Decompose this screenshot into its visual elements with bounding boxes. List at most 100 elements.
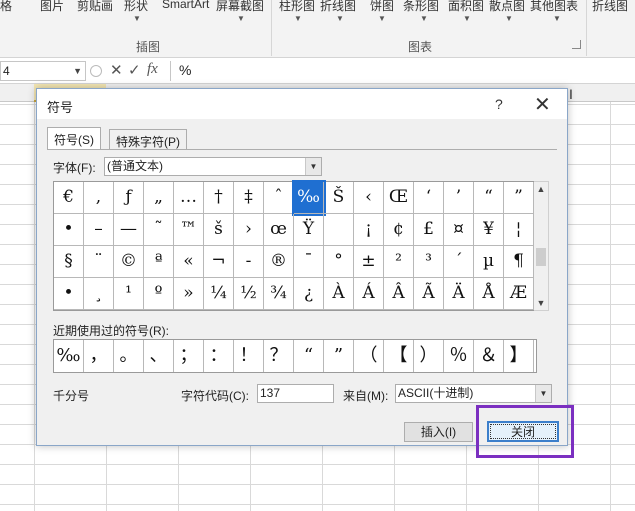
symbol-cell[interactable]: •: [54, 214, 84, 246]
recent-symbol-cell[interactable]: ＆: [474, 340, 504, 372]
symbol-cell[interactable]: ¤: [444, 214, 474, 246]
ribbon-item-column-chart[interactable]: 柱形图: [279, 0, 315, 14]
symbol-cell[interactable]: “: [474, 182, 504, 214]
cancel-icon[interactable]: ✕: [110, 61, 123, 79]
symbol-cell[interactable]: …: [174, 182, 204, 214]
recent-symbol-cell[interactable]: ‰: [54, 340, 84, 372]
symbol-cell[interactable]: Œ: [384, 182, 414, 214]
symbol-cell[interactable]: À: [324, 278, 354, 310]
symbol-cell[interactable]: ‹: [354, 182, 384, 214]
recent-symbol-cell[interactable]: ”: [324, 340, 354, 372]
symbol-cell[interactable]: Ã: [414, 278, 444, 310]
line-chart-dropdown-icon[interactable]: ▼: [336, 14, 344, 23]
symbol-cell[interactable]: ,: [84, 182, 114, 214]
symbol-cell[interactable]: ¾: [264, 278, 294, 310]
symbol-cell[interactable]: £: [414, 214, 444, 246]
recent-symbol-cell[interactable]: 、: [144, 340, 174, 372]
symbol-cell[interactable]: ‡: [234, 182, 264, 214]
symbol-cell[interactable]: ¸: [84, 278, 114, 310]
symbol-cell[interactable]: ‘: [414, 182, 444, 214]
font-select[interactable]: (普通文本) ▼: [104, 157, 322, 176]
dialog-launcher-icon[interactable]: [572, 40, 581, 49]
symbol-cell[interactable]: „: [144, 182, 174, 214]
recent-symbol-cell[interactable]: ：: [204, 340, 234, 372]
recent-symbol-cell[interactable]: ％: [444, 340, 474, 372]
scroll-thumb[interactable]: [536, 248, 546, 266]
symbol-cell[interactable]: ¨: [84, 246, 114, 278]
symbol-cell[interactable]: «: [174, 246, 204, 278]
resize-handle[interactable]: [90, 65, 102, 77]
pie-chart-dropdown-icon[interactable]: ▼: [378, 14, 386, 23]
symbol-cell[interactable]: —: [114, 214, 144, 246]
symbol-cell[interactable]: –: [84, 214, 114, 246]
name-box-dropdown-icon[interactable]: ▼: [73, 62, 82, 80]
symbol-cell[interactable]: ˆ: [264, 182, 294, 214]
symbol-cell[interactable]: ¯: [294, 246, 324, 278]
symbol-cell[interactable]: ¢: [384, 214, 414, 246]
name-box[interactable]: 4 ▼: [0, 61, 86, 81]
symbol-cell[interactable]: Å: [474, 278, 504, 310]
symbol-cell[interactable]: ™: [174, 214, 204, 246]
formula-input[interactable]: %: [170, 61, 635, 81]
symbol-cell[interactable]: ¶: [504, 246, 534, 278]
ribbon-item-screenshot[interactable]: 屏幕截图: [216, 0, 264, 14]
character-code-input[interactable]: 137: [257, 384, 334, 403]
symbol-cell[interactable]: Â: [384, 278, 414, 310]
ribbon-item-other-charts[interactable]: 其他图表: [530, 0, 578, 14]
column-chart-dropdown-icon[interactable]: ▼: [294, 14, 302, 23]
ribbon-item-pie-chart[interactable]: 饼图: [370, 0, 394, 14]
symbol-cell[interactable]: °: [324, 246, 354, 278]
ribbon-item-sparkline[interactable]: 折线图: [592, 0, 628, 14]
recent-symbol-cell[interactable]: ？: [264, 340, 294, 372]
symbol-cell[interactable]: š: [204, 214, 234, 246]
symbol-cell[interactable]: µ: [474, 246, 504, 278]
ribbon-item-clipart[interactable]: 剪贴画: [77, 0, 113, 14]
symbol-cell[interactable]: ’: [444, 182, 474, 214]
symbol-cell[interactable]: ª: [144, 246, 174, 278]
symbol-cell[interactable]: Æ: [504, 278, 534, 310]
screenshot-dropdown-icon[interactable]: ▼: [237, 14, 245, 23]
other-charts-dropdown-icon[interactable]: ▼: [553, 14, 561, 23]
symbol-cell[interactable]: ”: [504, 182, 534, 214]
symbol-cell[interactable]: Ä: [444, 278, 474, 310]
symbol-cell[interactable]: º: [144, 278, 174, 310]
recent-symbol-cell[interactable]: 。: [114, 340, 144, 372]
from-select[interactable]: ASCII(十进制) ▼: [395, 384, 552, 403]
symbol-cell[interactable]: ¬: [204, 246, 234, 278]
recent-symbol-cell[interactable]: ）: [414, 340, 444, 372]
recent-symbol-cell[interactable]: “: [294, 340, 324, 372]
symbol-cell[interactable]: •: [54, 278, 84, 310]
symbol-cell[interactable]: Á: [354, 278, 384, 310]
symbol-cell[interactable]: ®: [264, 246, 294, 278]
help-button[interactable]: ?: [495, 96, 503, 112]
symbol-cell[interactable]: ±: [354, 246, 384, 278]
ribbon-item-line-chart[interactable]: 折线图: [320, 0, 356, 14]
symbol-cell[interactable]: ¥: [474, 214, 504, 246]
symbol-cell[interactable]: ©: [114, 246, 144, 278]
recent-symbol-cell[interactable]: ；: [174, 340, 204, 372]
tab-special-characters[interactable]: 特殊字符(P): [109, 129, 187, 149]
dialog-titlebar[interactable]: 符号 ? ✕: [37, 89, 567, 119]
recent-symbol-cell[interactable]: （: [354, 340, 384, 372]
symbol-scrollbar[interactable]: ▲ ▼: [534, 181, 549, 311]
recent-symbol-cell[interactable]: 【: [384, 340, 414, 372]
symbol-cell[interactable]: ¼: [204, 278, 234, 310]
symbol-cell[interactable]: §: [54, 246, 84, 278]
symbol-cell[interactable]: ƒ: [114, 182, 144, 214]
ribbon-item-clipped[interactable]: 格: [0, 0, 12, 14]
symbol-cell[interactable]: ¿: [294, 278, 324, 310]
symbol-cell[interactable]: ˜: [144, 214, 174, 246]
symbol-cell[interactable]: Ÿ: [294, 214, 324, 246]
tab-symbols[interactable]: 符号(S): [47, 127, 101, 150]
ribbon-item-bar-chart[interactable]: 条形图: [403, 0, 439, 14]
recent-symbol-cell[interactable]: ！: [234, 340, 264, 372]
ribbon-item-shapes[interactable]: 形状: [124, 0, 148, 14]
recent-symbol-cell[interactable]: ，: [84, 340, 114, 372]
symbol-cell[interactable]: Š: [324, 182, 354, 214]
bar-chart-dropdown-icon[interactable]: ▼: [420, 14, 428, 23]
symbol-cell[interactable]: ½: [234, 278, 264, 310]
chevron-down-icon[interactable]: ▼: [305, 158, 321, 175]
symbol-cell[interactable]: †: [204, 182, 234, 214]
ribbon-item-picture[interactable]: 图片: [40, 0, 64, 14]
scroll-down-icon[interactable]: ▼: [534, 296, 548, 310]
